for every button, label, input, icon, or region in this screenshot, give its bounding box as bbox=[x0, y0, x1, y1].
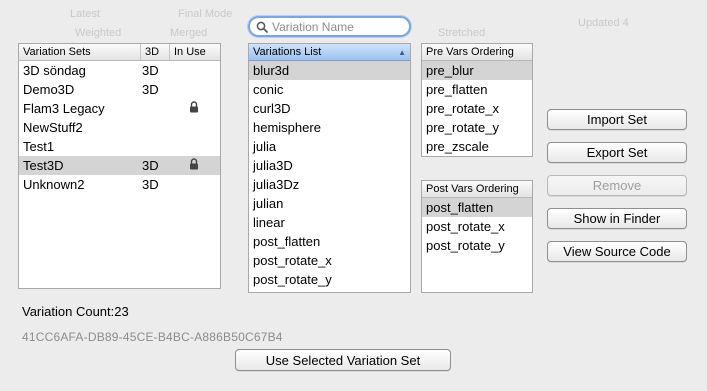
variation-sets-table[interactable]: Variation Sets 3D In Use 3D söndag 3D Demo… bbox=[18, 43, 221, 289]
variation-set-3d: 3D bbox=[142, 63, 159, 78]
search-input[interactable] bbox=[268, 19, 402, 34]
list-item-label: post_flatten bbox=[426, 200, 494, 215]
list-item-label: pre_zscale bbox=[426, 139, 489, 154]
variation-set-name: Test1 bbox=[23, 139, 55, 154]
list-item[interactable]: julia3Dz bbox=[249, 175, 410, 194]
list-item[interactable]: julia bbox=[249, 137, 410, 156]
list-item-label: post_flatten bbox=[253, 234, 321, 249]
export-set-button[interactable]: Export Set bbox=[547, 142, 687, 163]
ghost-text: Updated 4 bbox=[578, 17, 629, 29]
view-source-code-button[interactable]: View Source Code bbox=[547, 241, 687, 262]
list-item[interactable]: pre_rotate_x bbox=[422, 99, 532, 118]
variation-sets-rows: 3D söndag 3D Demo3D 3D Flam3 Legacy NewStuff2… bbox=[19, 61, 220, 194]
variation-set-3d: 3D bbox=[142, 158, 159, 173]
column-header-pre-vars[interactable]: Pre Vars Ordering bbox=[422, 44, 514, 60]
list-item-label: linear bbox=[253, 215, 285, 230]
column-header-in-use[interactable]: In Use bbox=[169, 44, 220, 60]
pre-vars-rows: pre_blur pre_flatten pre_rotate_x pre_rotat… bbox=[422, 61, 532, 156]
variation-count-label: Variation Count:23 bbox=[22, 304, 129, 319]
list-item-label: pre_rotate_x bbox=[426, 101, 499, 116]
list-item[interactable]: post_rotate_y bbox=[422, 236, 532, 255]
import-set-button[interactable]: Import Set bbox=[547, 109, 687, 130]
list-item-label: post_rotate_x bbox=[253, 253, 332, 268]
column-header-variation-sets[interactable]: Variation Sets bbox=[19, 44, 140, 60]
ghost-text: Latest bbox=[70, 8, 100, 20]
list-item-label: pre_blur bbox=[426, 63, 474, 78]
list-item[interactable]: julian bbox=[249, 194, 410, 213]
list-item-label: julia3Dz bbox=[253, 177, 300, 192]
variations-list[interactable]: Variations List ▲ blur3d conic curl3D hemis… bbox=[248, 43, 411, 293]
variation-set-name: 3D söndag bbox=[23, 63, 86, 78]
list-item[interactable]: julia3D bbox=[249, 156, 410, 175]
ghost-text: Weighted bbox=[75, 27, 122, 39]
variation-set-name: NewStuff2 bbox=[23, 120, 83, 135]
table-row[interactable]: 3D söndag 3D bbox=[19, 61, 220, 80]
pre-vars-table[interactable]: Pre Vars Ordering pre_blur pre_flatten pre… bbox=[421, 43, 533, 157]
table-header: Post Vars Ordering bbox=[422, 181, 532, 198]
list-item[interactable]: post_flatten bbox=[422, 198, 532, 217]
variation-set-in-use bbox=[169, 158, 220, 173]
list-item-label: pre_rotate_y bbox=[426, 120, 499, 135]
table-row[interactable]: Test1 bbox=[19, 137, 220, 156]
list-item[interactable]: pre_blur bbox=[422, 61, 532, 80]
lock-icon bbox=[190, 158, 198, 170]
list-item-label: post_rotate_y bbox=[426, 238, 505, 253]
list-item-label: julian bbox=[253, 196, 284, 211]
lock-icon bbox=[190, 101, 198, 113]
remove-button[interactable]: Remove bbox=[547, 175, 687, 196]
table-header: Variations List ▲ bbox=[249, 44, 410, 61]
ghost-text: Merged bbox=[170, 27, 208, 39]
list-item[interactable]: post_rotate_x bbox=[422, 217, 532, 236]
use-selected-variation-set-button[interactable]: Use Selected Variation Set bbox=[235, 349, 451, 371]
list-item-label: post_rotate_x bbox=[426, 219, 505, 234]
ghost-text: Stretched bbox=[438, 27, 486, 39]
table-row[interactable]: Demo3D 3D bbox=[19, 80, 220, 99]
list-item[interactable]: blur3d bbox=[249, 61, 410, 80]
search-icon bbox=[256, 21, 268, 33]
variation-set-name: Unknown2 bbox=[23, 177, 85, 192]
post-vars-table[interactable]: Post Vars Ordering post_flatten post_rota… bbox=[421, 180, 533, 293]
column-header-post-vars[interactable]: Post Vars Ordering bbox=[422, 181, 519, 197]
table-header: Pre Vars Ordering bbox=[422, 44, 532, 61]
ghost-text: Final Mode bbox=[178, 8, 233, 20]
list-item-label: curl3D bbox=[253, 101, 291, 116]
list-item[interactable]: conic bbox=[249, 80, 410, 99]
list-item[interactable]: pre_rotate_y bbox=[422, 118, 532, 137]
variations-list-rows: blur3d conic curl3D hemisphere julia julia3D j… bbox=[249, 61, 410, 289]
list-item-label: julia bbox=[253, 139, 277, 154]
variation-set-name: Flam3 Legacy bbox=[23, 101, 105, 116]
table-header: Variation Sets 3D In Use bbox=[19, 44, 220, 61]
post-vars-rows: post_flatten post_rotate_x post_rotate_y bbox=[422, 198, 532, 255]
list-item[interactable]: post_flatten bbox=[249, 232, 410, 251]
list-item-label: blur3d bbox=[253, 63, 290, 78]
sort-ascending-icon: ▲ bbox=[398, 47, 406, 57]
list-item-label: conic bbox=[253, 82, 284, 97]
table-row[interactable]: Test3D 3D bbox=[19, 156, 220, 175]
column-header-3d[interactable]: 3D bbox=[140, 44, 169, 60]
show-in-finder-button[interactable]: Show in Finder bbox=[547, 208, 687, 229]
variation-set-in-use bbox=[169, 101, 220, 116]
column-header-variations-list[interactable]: Variations List bbox=[249, 44, 321, 60]
list-item[interactable]: post_rotate_y bbox=[249, 270, 410, 289]
variation-set-name: Demo3D bbox=[23, 82, 75, 97]
list-item[interactable]: hemisphere bbox=[249, 118, 410, 137]
variation-set-uuid: 41CC6AFA-DB89-45CE-B4BC-A886B50C67B4 bbox=[22, 330, 283, 344]
table-row[interactable]: Flam3 Legacy bbox=[19, 99, 220, 118]
list-item[interactable]: post_rotate_x bbox=[249, 251, 410, 270]
list-item-label: hemisphere bbox=[253, 120, 321, 135]
list-item[interactable]: pre_flatten bbox=[422, 80, 532, 99]
variation-set-3d: 3D bbox=[142, 177, 159, 192]
list-item-label: post_rotate_y bbox=[253, 272, 332, 287]
variation-set-name: Test3D bbox=[23, 158, 64, 173]
search-field[interactable] bbox=[248, 16, 411, 37]
table-row[interactable]: Unknown2 3D bbox=[19, 175, 220, 194]
table-row[interactable]: NewStuff2 bbox=[19, 118, 220, 137]
list-item[interactable]: linear bbox=[249, 213, 410, 232]
variation-set-3d: 3D bbox=[142, 82, 159, 97]
list-item[interactable]: curl3D bbox=[249, 99, 410, 118]
list-item[interactable]: pre_zscale bbox=[422, 137, 532, 156]
list-item-label: julia3D bbox=[253, 158, 293, 173]
list-item-label: pre_flatten bbox=[426, 82, 488, 97]
